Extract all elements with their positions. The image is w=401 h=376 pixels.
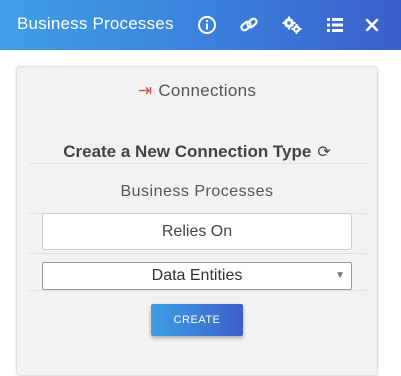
source-entity-label: Business Processes — [120, 183, 274, 200]
link-icon[interactable] — [238, 14, 260, 36]
panel-title: Business Processes — [17, 14, 174, 33]
connections-label: Connections — [158, 81, 257, 100]
create-connection-type-title: Create a New Connection Type — [63, 142, 312, 161]
panel-header: Business Processes — [0, 0, 401, 50]
divider — [29, 163, 367, 164]
gears-icon[interactable] — [281, 14, 303, 36]
create-button[interactable]: CREATE — [151, 304, 243, 336]
create-connection-type-heading: Create a New Connection Type ⟳ — [17, 142, 377, 162]
target-entity-select[interactable]: Data Entities ▼ — [42, 262, 352, 290]
refresh-icon[interactable]: ⟳ — [317, 144, 330, 161]
relation-name-input[interactable]: Relies On — [42, 213, 352, 250]
divider — [29, 253, 367, 254]
info-icon[interactable] — [196, 14, 218, 36]
dropdown-caret-icon: ▼ — [335, 270, 345, 281]
connections-heading: ⇥ Connections — [17, 81, 377, 101]
list-icon[interactable] — [324, 14, 346, 36]
connection-arrow-icon: ⇥ — [137, 81, 153, 100]
divider — [29, 290, 367, 291]
target-entity-selected: Data Entities — [151, 267, 243, 284]
connections-card: ⇥ Connections Create a New Connection Typ… — [16, 66, 378, 376]
close-icon[interactable] — [361, 14, 383, 36]
